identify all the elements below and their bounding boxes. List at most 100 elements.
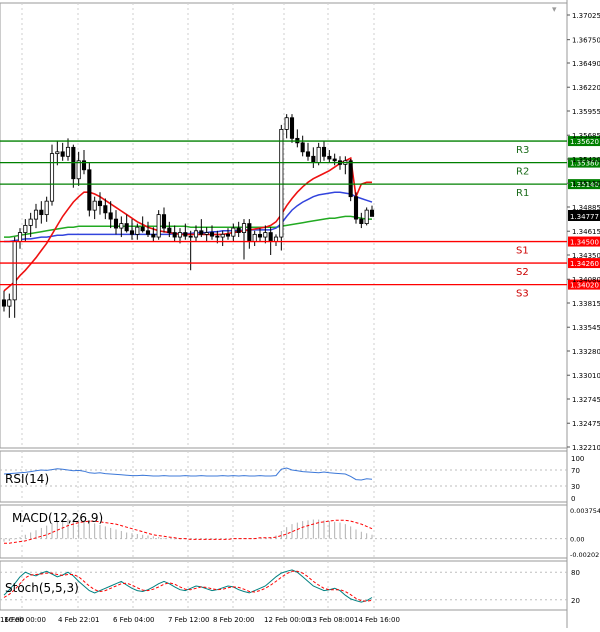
level-name-r1: R1 [516,188,529,199]
candle-body [231,227,236,237]
candle-body [188,235,193,238]
candle-body [44,200,49,216]
price-tick-label: 1.36750 [572,37,600,45]
time-tick-label: 12 Feb 00:00 [264,616,310,624]
time-tick-label: 14 Feb 16:00 [354,616,400,624]
candle-body [204,232,209,235]
candle-body [225,233,231,237]
candle-body [305,151,311,157]
candle-body [92,200,97,211]
price-tick-label: 1.33545 [572,324,600,332]
candle-body [39,209,44,216]
candle-body [327,155,332,160]
rsi-tick-label: 30 [571,483,580,491]
candle-body [183,232,188,237]
candle-body [199,230,204,235]
chart-canvas: R31.35620R21.35380R11.35140S11.34500S21.… [0,0,600,628]
candle-body [161,214,167,229]
price-tick-label: 1.32745 [572,396,600,404]
candle-body [236,227,241,233]
time-tick-label: 7 Feb 12:00 [168,616,209,624]
candle-body [252,233,257,242]
level-name-s3: S3 [516,289,529,300]
macd-title: MACD(12,26,9) [12,511,103,525]
trading-chart: R3 1.35620 R2 1.35380 R1 1.35140 S1 1.34500 S2 1.… [0,0,600,628]
candle-body [129,230,135,235]
candle-body [263,232,268,238]
candle-body [135,226,140,235]
candle-body [332,158,337,162]
price-tick-label: 1.35420 [572,156,600,164]
price-tick-label: 1.32210 [572,444,600,452]
price-tick-label: 1.32475 [572,420,600,428]
time-tick-label: 6 Feb 04:00 [113,616,154,624]
rsi-title: RSI(14) [5,472,49,486]
candle-body [353,196,359,220]
level-name-s1: S1 [516,246,529,257]
candle-body [359,218,364,224]
candle-body [113,218,119,229]
candle-body [33,209,39,220]
chart-shift-icon[interactable]: ▾ [552,5,557,15]
candle-body [60,151,65,157]
macd-tick-label: 0.00 [570,536,584,544]
time-tick-label: 8 Feb 20:00 [213,616,254,624]
stoch-tick-label: 80 [571,569,580,577]
candle-body [247,223,252,242]
candle-body [97,200,103,207]
candle-body [7,299,12,307]
candle-body [241,223,247,233]
time-tick-label: 13 Feb 08:00 [308,616,354,624]
candle-body [140,226,145,232]
stoch-tick-label: 20 [571,597,580,605]
candle-body [289,117,295,139]
candle-body [177,232,183,238]
candle-body [215,235,220,238]
candle-body [268,232,273,242]
price-tick-label: 1.35150 [572,180,600,188]
level-price-label: 1.34260 [570,260,599,268]
candle-body [145,230,151,235]
candle-body [167,227,172,233]
candle-body [76,160,81,180]
candle-body [151,233,156,238]
candle-body [257,233,263,238]
price-tick-label: 1.35685 [572,132,600,140]
candle-body [55,151,60,155]
price-tick-label: 1.36220 [572,84,600,92]
candle-body [17,232,23,242]
price-tick-label: 1.37025 [572,12,600,20]
level-name-r3: R3 [516,145,529,156]
candle-body [65,146,71,157]
time-tick-label: 16 Feb 00:00 [0,616,46,624]
rsi-tick-label: 0 [571,495,575,503]
level-price-label: 1.34500 [570,239,599,247]
candle-body [23,224,28,233]
time-tick-label: 4 Feb 22:01 [58,616,99,624]
rsi-tick-label: 70 [571,467,580,475]
stoch-title: Stoch(5,5,3) [5,581,79,595]
macd-tick-label: 0.003754 [570,507,600,515]
candle-body [12,241,17,301]
price-tick-label: 1.36490 [572,60,600,68]
candle-body [369,209,375,217]
candle-body [311,155,316,163]
last-price-label: 1.34777 [570,213,599,221]
candle-body [193,230,199,238]
candle-body [220,233,225,238]
candle-body [49,153,55,202]
candle-body [273,236,279,242]
price-tick-label: 1.33280 [572,348,600,356]
price-tick-label: 1.35955 [572,108,600,116]
candle-body [119,223,124,229]
price-tick-label: 1.33815 [572,300,600,308]
price-tick-label: 1.34350 [572,252,600,260]
candle-body [28,218,33,226]
candle-body [103,205,108,214]
candle-body [108,212,113,220]
rsi-tick-label: 100 [571,455,584,463]
candle-body [300,142,305,153]
candle-body [316,146,321,163]
candle-body [321,146,327,157]
price-tick-label: 1.34615 [572,228,600,236]
